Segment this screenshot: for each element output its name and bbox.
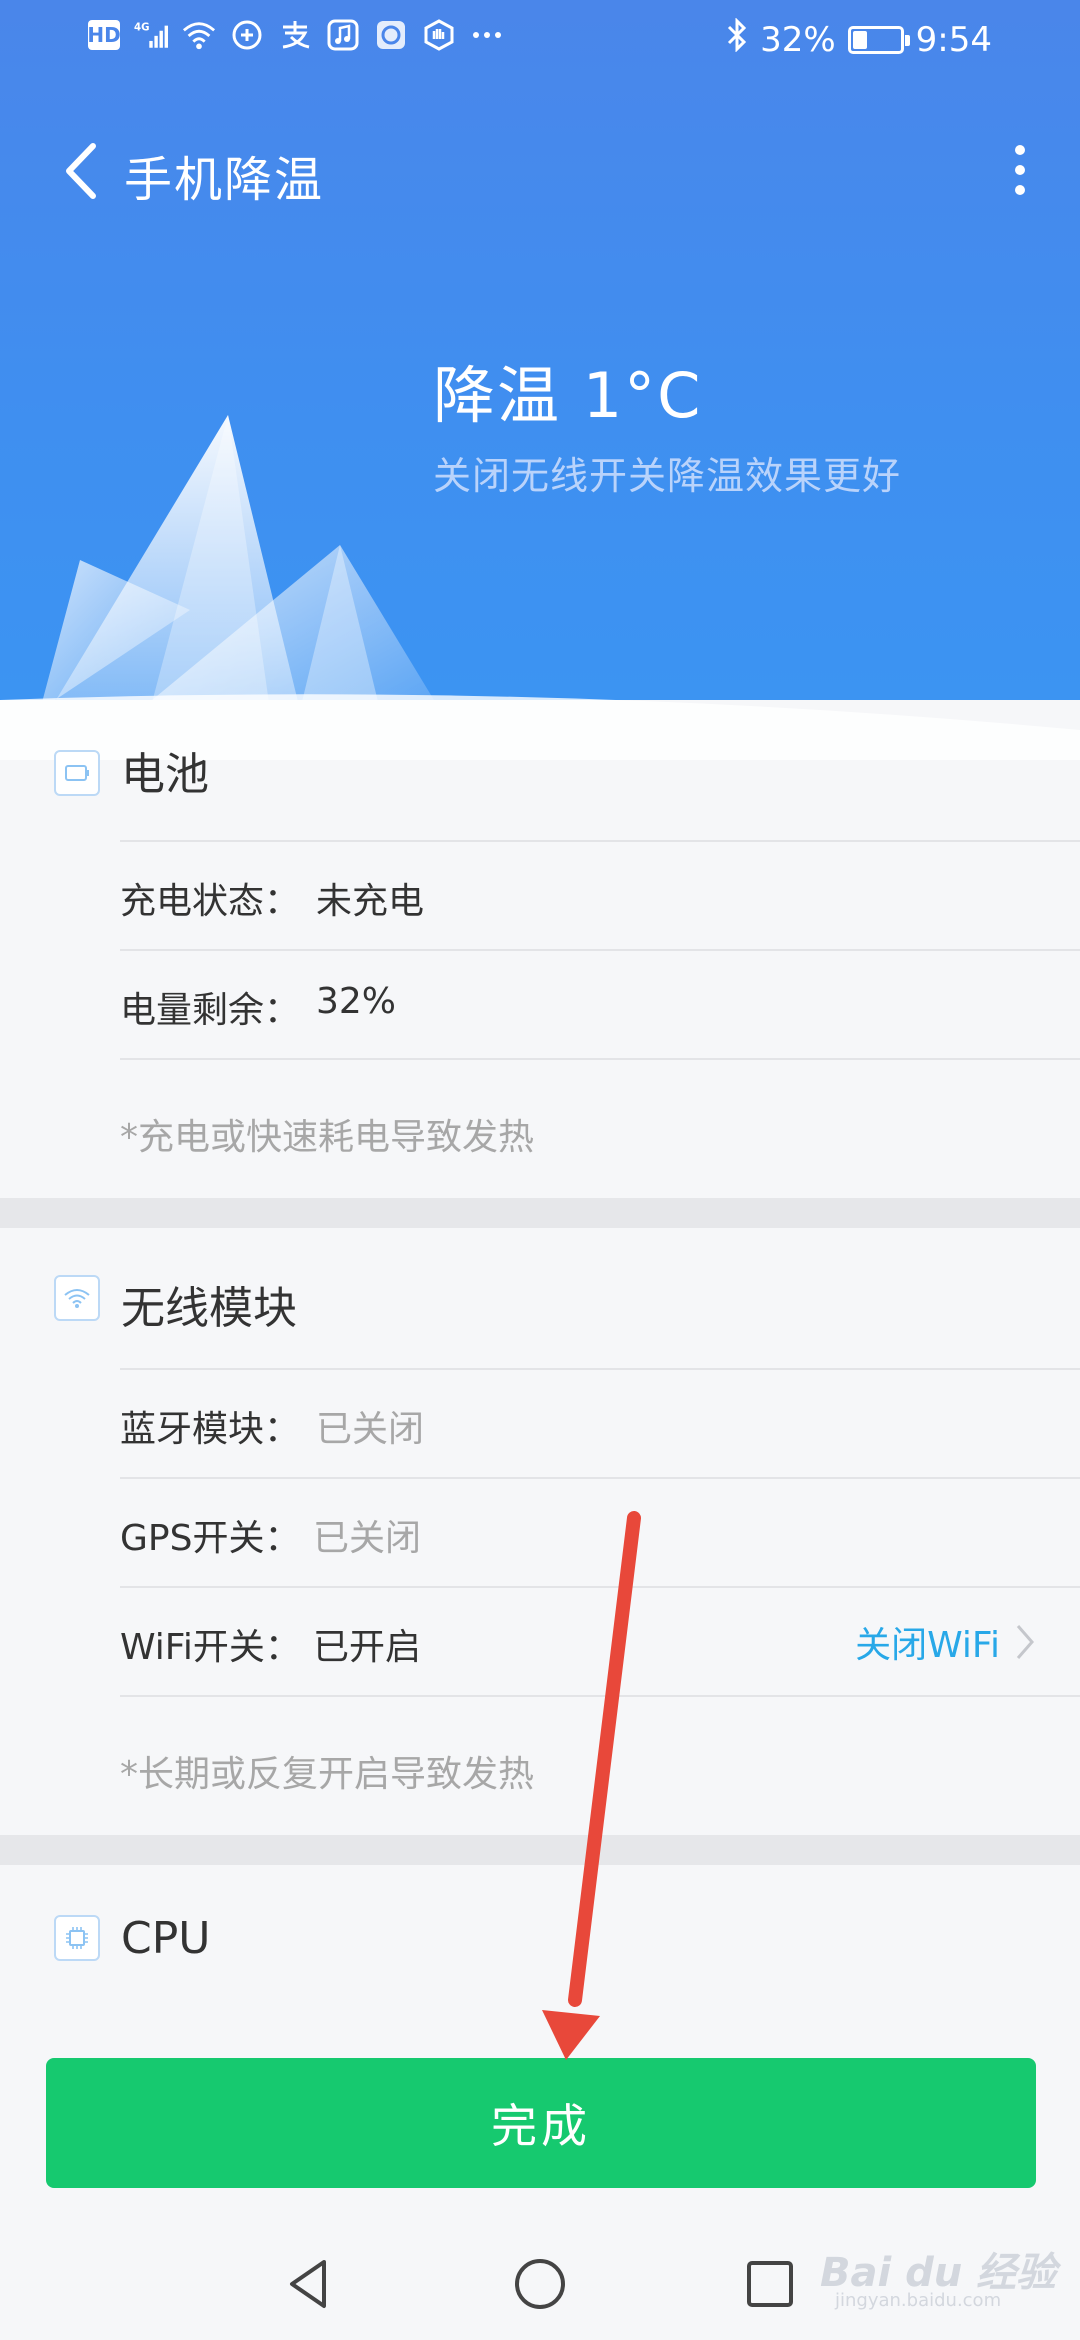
bluetooth-value: 已关闭 <box>316 1409 425 1450</box>
qq-icon <box>230 18 264 52</box>
wireless-note: *长期或反复开启导致发热 <box>120 1695 1080 1835</box>
battery-section-icon <box>54 750 100 796</box>
section-divider <box>0 1835 1080 1865</box>
battery-section: 电池 充电状态： 未充电 电量剩余： 32% *充电或快速耗电导致发热 <box>0 749 1080 1198</box>
cpu-section-header: CPU <box>0 1865 1080 2010</box>
bluetooth-label: 蓝牙模块： <box>120 1409 301 1450</box>
wifi-icon <box>182 18 216 52</box>
cpu-section: CPU <box>0 1865 1080 2010</box>
nav-home-icon[interactable] <box>510 2254 570 2314</box>
bluetooth-icon <box>726 17 748 61</box>
signal-4g-icon: 4G <box>134 18 168 52</box>
nav-back-icon[interactable] <box>280 2254 340 2314</box>
gps-label: GPS开关： <box>120 1518 301 1559</box>
more-dots-icon <box>470 18 504 52</box>
wifi-section-icon <box>54 1275 100 1321</box>
more-options-icon[interactable] <box>990 134 1050 206</box>
bottom-bar: 完成 <box>0 2028 1080 2228</box>
hd-icon: HD <box>87 20 121 50</box>
header: HD 4G 32% 9:54 手机降温 降温 1°C 关闭无线开关降温效果更好 <box>0 0 1080 770</box>
charge-status-label: 充电状态： <box>120 881 301 922</box>
charge-status-value: 未充电 <box>316 881 425 922</box>
wifi-label: WiFi开关： <box>120 1627 301 1668</box>
wifi-row: WiFi开关： 已开启 关闭WiFi <box>120 1586 1080 1695</box>
app-bar: 手机降温 <box>0 120 1080 220</box>
content: 电池 充电状态： 未充电 电量剩余： 32% *充电或快速耗电导致发热 无线模块… <box>0 749 1080 2010</box>
status-bar: HD 4G 32% 9:54 <box>0 0 1080 80</box>
chevron-right-icon <box>1016 1625 1034 1659</box>
wireless-section-header: 无线模块 <box>0 1228 1080 1368</box>
wireless-section: 无线模块 蓝牙模块： 已关闭 GPS开关： 已关闭 WiFi开关： 已开启 关闭… <box>0 1228 1080 1835</box>
app-icon <box>374 18 408 52</box>
done-button[interactable]: 完成 <box>46 2058 1036 2188</box>
battery-level <box>852 30 868 49</box>
svg-text:4G: 4G <box>134 23 149 34</box>
status-left-icons: HD 4G <box>87 18 504 52</box>
wireless-note-text: *长期或反复开启导致发热 <box>120 1754 535 1795</box>
battery-remaining-label: 电量剩余： <box>120 990 301 1031</box>
gps-row: GPS开关： 已关闭 <box>120 1477 1080 1586</box>
clock: 9:54 <box>915 19 992 60</box>
mountain-illustration <box>40 415 440 710</box>
battery-note-text: *充电或快速耗电导致发热 <box>120 1117 535 1158</box>
close-wifi-link[interactable]: 关闭WiFi <box>855 1616 1036 1668</box>
wireless-section-title: 无线模块 <box>121 1283 297 1334</box>
gps-value: 已关闭 <box>313 1518 422 1559</box>
battery-section-header: 电池 <box>0 749 1080 840</box>
battery-remaining-value: 32% <box>316 981 397 1022</box>
battery-icon <box>847 25 910 54</box>
battery-section-title: 电池 <box>121 749 209 800</box>
status-right: 32% 9:54 <box>726 17 992 61</box>
cpu-section-title: CPU <box>121 1913 211 1964</box>
page-title: 手机降温 <box>124 152 325 208</box>
hand-icon <box>422 18 456 52</box>
section-divider <box>0 1198 1080 1228</box>
battery-percent: 32% <box>760 19 836 60</box>
wifi-value: 已开启 <box>313 1627 422 1668</box>
nav-recents-icon[interactable] <box>740 2254 800 2314</box>
back-arrow-icon[interactable] <box>55 136 115 206</box>
cpu-section-icon <box>54 1915 100 1961</box>
bluetooth-row: 蓝牙模块： 已关闭 <box>120 1368 1080 1477</box>
battery-note: *充电或快速耗电导致发热 <box>120 1058 1080 1198</box>
music-icon <box>326 18 360 52</box>
battery-remaining-row: 电量剩余： 32% <box>120 949 1080 1058</box>
baidu-watermark-url: jingyan.baidu.com <box>835 2290 1002 2311</box>
charge-status-row: 充电状态： 未充电 <box>120 840 1080 949</box>
close-wifi-label: 关闭WiFi <box>855 1625 1000 1666</box>
alipay-icon <box>278 18 312 52</box>
hero-subtitle: 关闭无线开关降温效果更好 <box>433 454 902 498</box>
hero-title: 降温 1°C <box>433 359 703 432</box>
